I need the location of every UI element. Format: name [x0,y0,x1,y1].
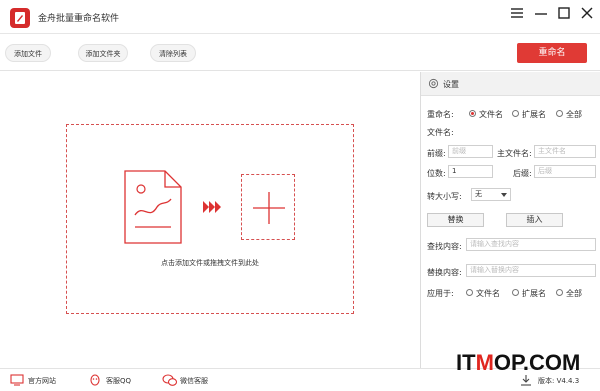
find-label: 查找内容: [427,242,462,251]
qq-label: 客服QQ [106,377,132,385]
minimize-icon[interactable] [530,4,552,24]
apply-radio-all[interactable] [556,289,563,296]
arrows-icon [203,201,221,213]
monitor-icon [10,374,24,386]
gear-icon [428,78,439,89]
main-name-label: 主文件名: [497,149,532,158]
settings-panel: 设置 重命名: 文件名 扩展名 全部 文件名: 前缀: 前缀 主文件名: 主文件… [420,72,600,368]
website-link[interactable]: 官方网站 [10,374,70,388]
file-list-area[interactable]: 点击添加文件或拖拽文件到此处 [0,72,420,368]
settings-header: 设置 [421,72,600,96]
prefix-input[interactable]: 前缀 [448,145,493,158]
app-logo [10,8,30,28]
settings-title: 设置 [443,80,459,89]
rename-label: 重命名: [427,110,454,119]
rename-radio-all[interactable] [556,110,563,117]
add-file-button[interactable]: 添加文件 [5,44,51,62]
qq-icon [90,374,100,386]
replace-content-label: 替换内容: [427,268,462,277]
apply-label: 应用于: [427,289,454,298]
version-label: 版本: V4.4.3 [538,377,580,385]
filename-label: 文件名: [427,128,454,137]
drop-zone[interactable]: 点击添加文件或拖拽文件到此处 [66,124,354,314]
chevron-down-icon [501,193,507,197]
clear-list-button[interactable]: 清除列表 [150,44,196,62]
wechat-icon [162,374,178,386]
suffix-label: 后缀: [513,169,532,178]
add-box[interactable] [241,174,295,240]
close-icon[interactable] [576,4,598,24]
case-select[interactable]: 无 [471,188,511,201]
apply-option-all[interactable]: 全部 [566,288,582,299]
qq-link[interactable]: 客服QQ [88,374,148,388]
apply-radio-extension[interactable] [512,289,519,296]
rename-radio-filename[interactable] [469,110,476,117]
wechat-label: 微信客服 [180,377,208,385]
drop-hint: 点击添加文件或拖拽文件到此处 [161,259,259,267]
rename-option-filename[interactable]: 文件名 [479,109,503,120]
download-icon[interactable] [520,374,534,388]
digits-input[interactable]: 1 [448,165,493,178]
prefix-label: 前缀: [427,149,446,158]
main-name-input[interactable]: 主文件名 [534,145,596,158]
replace-button[interactable]: 替换 [427,213,484,227]
digits-label: 位数: [427,169,446,178]
website-label: 官方网站 [28,377,56,385]
document-icon [124,170,182,244]
case-label: 转大小写: [427,192,462,201]
app-title: 金舟批量重命名软件 [38,14,120,24]
rename-option-all[interactable]: 全部 [566,109,582,120]
case-select-value: 无 [475,190,482,198]
plus-icon [253,192,285,224]
suffix-input[interactable]: 后缀 [534,165,596,178]
find-input[interactable]: 请输入查找内容 [466,238,596,251]
rename-button[interactable]: 重命名 [517,43,587,63]
apply-option-extension[interactable]: 扩展名 [522,288,546,299]
title-bar: 金舟批量重命名软件 [0,0,600,34]
rename-option-extension[interactable]: 扩展名 [522,109,546,120]
menu-icon[interactable] [506,4,528,24]
replace-input[interactable]: 请输入替换内容 [466,264,596,277]
maximize-icon[interactable] [553,4,575,24]
wechat-link[interactable]: 微信客服 [162,374,222,388]
rename-radio-extension[interactable] [512,110,519,117]
toolbar: 添加文件 添加文件夹 清除列表 重命名 [0,35,600,71]
watermark-logo: ITMOP.COM [456,350,581,375]
insert-button[interactable]: 插入 [506,213,563,227]
apply-radio-filename[interactable] [466,289,473,296]
add-folder-button[interactable]: 添加文件夹 [78,44,128,62]
apply-option-filename[interactable]: 文件名 [476,288,500,299]
